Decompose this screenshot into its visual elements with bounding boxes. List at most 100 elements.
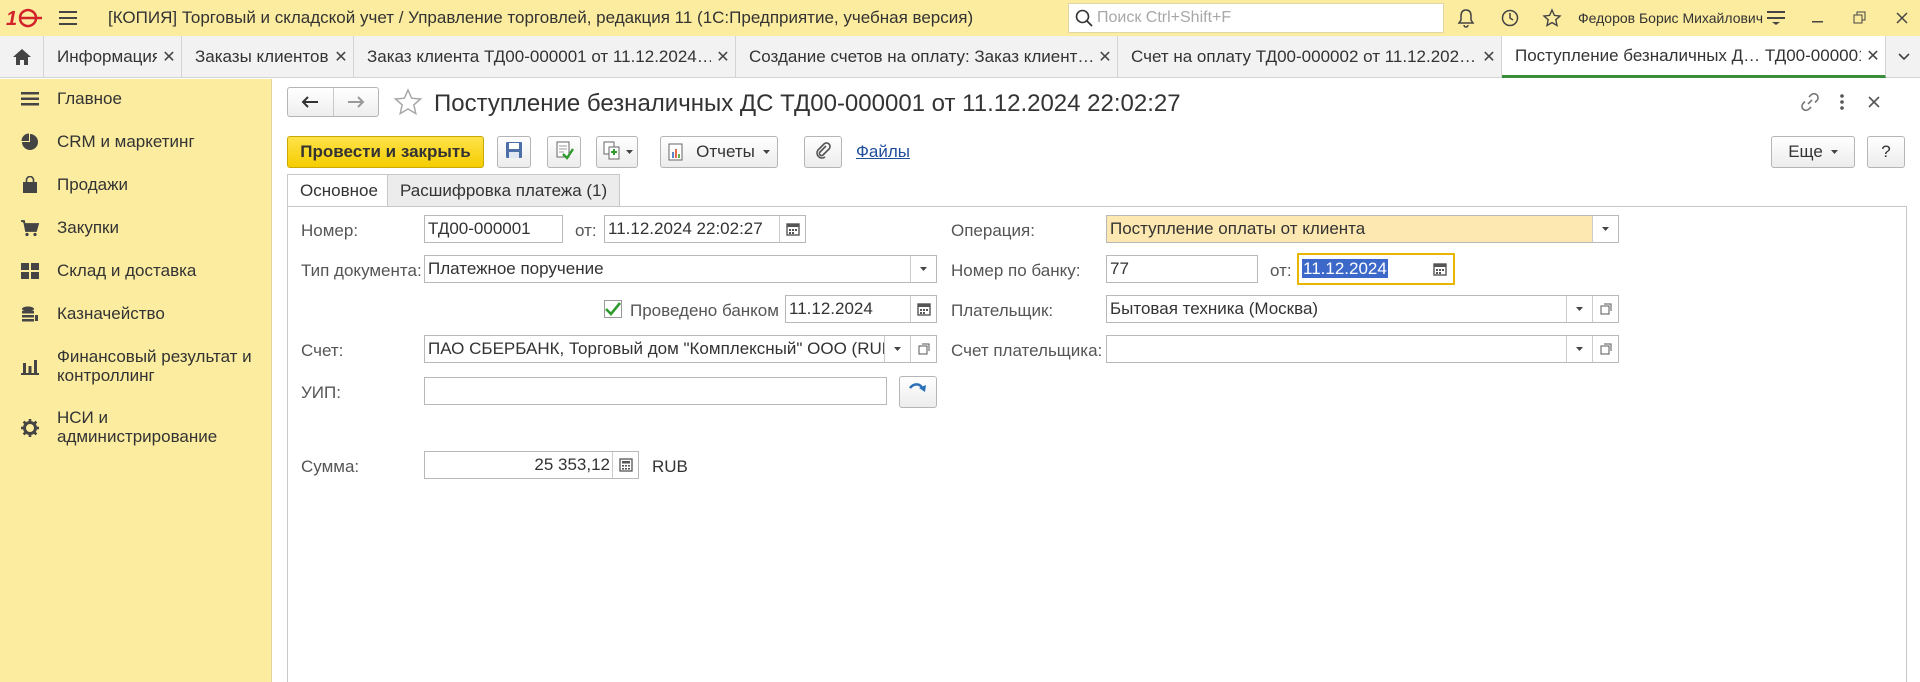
tab-create-invoices[interactable]: Создание счетов на оплату: Заказ клиент……	[736, 36, 1118, 78]
paperclip-icon	[814, 141, 832, 164]
payer-select[interactable]: Бытовая техника (Москва)	[1106, 295, 1619, 323]
calculator-icon[interactable]	[612, 452, 638, 478]
operation-label: Операция:	[951, 221, 1035, 240]
tab-noncash-receipt[interactable]: Поступление безналичных Д… ТД00-000001 ✕	[1502, 36, 1886, 78]
link-icon[interactable]	[1797, 89, 1823, 115]
files-link[interactable]: Файлы	[856, 136, 910, 168]
bank-date-field[interactable]: 11.12.2024	[1297, 253, 1455, 285]
sidebar-item-warehouse[interactable]: Склад и доставка	[0, 261, 272, 283]
doctype-select[interactable]: Платежное поручение	[424, 255, 937, 283]
close-tab-icon[interactable]: ✕	[329, 47, 353, 67]
svg-text:1: 1	[6, 8, 17, 29]
open-icon[interactable]	[1592, 296, 1618, 322]
dropdown-arrow-icon[interactable]	[1592, 216, 1618, 242]
sum-field[interactable]: 25 353,12	[424, 451, 639, 479]
payer-account-select[interactable]	[1106, 335, 1619, 363]
favorite-star-icon[interactable]	[393, 88, 423, 121]
help-button[interactable]: ?	[1867, 136, 1905, 168]
sidebar-item-main[interactable]: Главное	[0, 89, 272, 111]
dropdown-arrow-icon[interactable]	[910, 256, 936, 282]
more-button[interactable]: Еще	[1771, 136, 1855, 168]
currency-label: RUB	[652, 457, 688, 476]
search-placeholder: Поиск Ctrl+Shift+F	[1097, 9, 1232, 26]
restore-icon[interactable]	[1842, 0, 1878, 36]
sidebar-item-crm[interactable]: CRM и маркетинг	[0, 132, 272, 154]
bank-number-field[interactable]: 77	[1106, 255, 1258, 283]
close-tab-icon[interactable]: ✕	[1093, 47, 1117, 67]
back-arrow-icon[interactable]	[288, 88, 334, 116]
app-title: [КОПИЯ] Торговый и складской учет / Упра…	[108, 8, 974, 27]
report-icon	[668, 143, 688, 161]
search-input[interactable]: Поиск Ctrl+Shift+F	[1068, 3, 1444, 33]
sidebar-item-sales[interactable]: Продажи	[0, 175, 272, 197]
dropdown-arrow-icon[interactable]	[1566, 296, 1592, 322]
dropdown-arrow-icon[interactable]	[1566, 336, 1592, 362]
dropdown-arrow-icon	[762, 150, 770, 154]
home-icon[interactable]	[0, 36, 44, 78]
1c-logo[interactable]: 1	[0, 0, 52, 36]
calendar-icon[interactable]	[779, 216, 805, 242]
post-document-icon	[554, 140, 574, 165]
calendar-icon[interactable]	[910, 296, 936, 322]
sidebar-item-admin[interactable]: НСИ и администрирование	[0, 408, 272, 450]
date-field[interactable]: 11.12.2024 22:02:27	[604, 215, 806, 243]
sum-label: Сумма:	[301, 457, 360, 476]
sidebar-item-financial-result[interactable]: Финансовый результат и контроллинг	[0, 347, 272, 389]
page-title: Поступление безналичных ДС ТД00-000001 о…	[434, 90, 1181, 117]
posted-date-field[interactable]: 11.12.2024	[785, 295, 937, 323]
payer-label: Плательщик:	[951, 301, 1054, 320]
account-select[interactable]: ПАО СБЕРБАНК, Торговый дом "Комплексный"…	[424, 335, 937, 363]
document-form: Поступление безналичных ДС ТД00-000001 о…	[273, 79, 1920, 682]
close-form-icon[interactable]	[1861, 89, 1887, 115]
close-window-icon[interactable]	[1884, 0, 1920, 36]
close-tab-icon[interactable]: ✕	[157, 47, 181, 67]
open-icon[interactable]	[910, 336, 936, 362]
sidebar-item-treasury[interactable]: Казначейство	[0, 304, 272, 326]
uip-label: УИП:	[301, 383, 341, 402]
number-field[interactable]: ТД00-000001	[424, 215, 563, 243]
open-icon[interactable]	[1592, 336, 1618, 362]
dropdown-arrow-icon[interactable]	[884, 336, 910, 362]
notifications-icon[interactable]	[1448, 0, 1484, 36]
more-vertical-icon[interactable]	[1829, 89, 1855, 115]
close-tab-icon[interactable]: ✕	[1477, 47, 1501, 67]
tab-client-orders[interactable]: Заказы клиентов ✕	[182, 36, 354, 78]
payer-account-label: Счет плательщика:	[951, 341, 1103, 360]
open-tabs-bar: Информация ✕ Заказы клиентов ✕ Заказ клиен…	[0, 36, 1920, 78]
save-icon	[505, 141, 523, 164]
uip-field[interactable]	[424, 377, 887, 405]
close-tab-icon[interactable]: ✕	[1861, 46, 1885, 66]
date-from-label: от:	[575, 221, 597, 240]
tab-invoice[interactable]: Счет на оплату ТД00-000002 от 11.12.202……	[1118, 36, 1502, 78]
post-button[interactable]	[547, 136, 581, 168]
posted-by-bank-checkbox[interactable]	[604, 300, 622, 318]
sidebar: Главное CRM и маркетинг Продажи Закупки …	[0, 79, 272, 682]
main-menu-icon[interactable]	[52, 0, 84, 36]
close-tab-icon[interactable]: ✕	[711, 47, 735, 67]
doctype-label: Тип документа:	[301, 261, 422, 280]
favorites-icon[interactable]	[1534, 0, 1570, 36]
save-button[interactable]	[497, 136, 531, 168]
menu-lines-icon	[20, 89, 40, 109]
attach-file-button[interactable]	[804, 136, 842, 168]
number-label: Номер:	[301, 221, 359, 240]
user-name[interactable]: Федоров Борис Михайлович	[1578, 0, 1763, 36]
history-icon[interactable]	[1492, 0, 1528, 36]
reports-button[interactable]: Отчеты	[660, 136, 778, 168]
dropdown-arrow-icon	[625, 150, 633, 154]
settings-menu-icon[interactable]	[1758, 0, 1794, 36]
operation-select[interactable]: Поступление оплаты от клиента	[1106, 215, 1619, 243]
create-based-on-button[interactable]	[596, 136, 638, 168]
minimize-icon[interactable]	[1800, 0, 1836, 36]
calendar-icon[interactable]	[1427, 256, 1453, 282]
post-and-close-button[interactable]: Провести и закрыть	[287, 136, 484, 168]
tab-information[interactable]: Информация ✕	[44, 36, 182, 78]
tab-client-order[interactable]: Заказ клиента ТД00-000001 от 11.12.2024……	[354, 36, 736, 78]
reports-label: Отчеты	[696, 142, 755, 161]
tab-payment-breakdown[interactable]: Расшифровка платежа (1)	[387, 174, 621, 206]
sidebar-item-purchases[interactable]: Закупки	[0, 218, 272, 240]
tab-main[interactable]: Основное	[287, 174, 391, 207]
uip-action-button[interactable]	[899, 376, 937, 408]
chevron-down-icon[interactable]	[1888, 36, 1920, 78]
forward-arrow-icon[interactable]	[334, 88, 379, 116]
